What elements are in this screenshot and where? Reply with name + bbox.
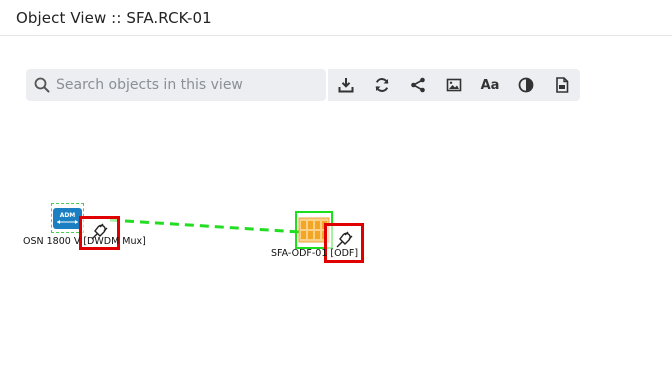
search-icon [34,77,50,93]
contrast-button[interactable] [508,69,544,101]
download-button[interactable] [328,69,364,101]
share-icon [411,77,425,93]
contrast-icon [518,77,534,93]
pdf-icon [556,77,569,93]
image-icon [446,78,462,92]
plug-icon [336,231,353,248]
search-box[interactable] [26,69,326,101]
topology-canvas[interactable]: ADM OSN 1800 V [DWDM Mux] SFA-ODF-01 [OD… [0,101,672,391]
refresh-button[interactable] [364,69,400,101]
share-button[interactable] [400,69,436,101]
image-export-button[interactable] [436,69,472,101]
search-input[interactable] [56,69,316,101]
adm-badge: ADM [60,212,76,219]
node-label-odf: SFA-ODF-01 [ODF] [271,248,359,259]
font-icon: Aa [480,77,500,93]
header-bar: Object View :: SFA.RCK-01 [0,0,672,36]
font-button[interactable]: Aa [472,69,508,101]
download-icon [338,78,354,93]
refresh-icon [375,78,389,92]
page-title: Object View :: SFA.RCK-01 [16,9,212,27]
node-label-osn: OSN 1800 V [DWDM Mux] [23,236,146,247]
pdf-export-button[interactable] [544,69,580,101]
